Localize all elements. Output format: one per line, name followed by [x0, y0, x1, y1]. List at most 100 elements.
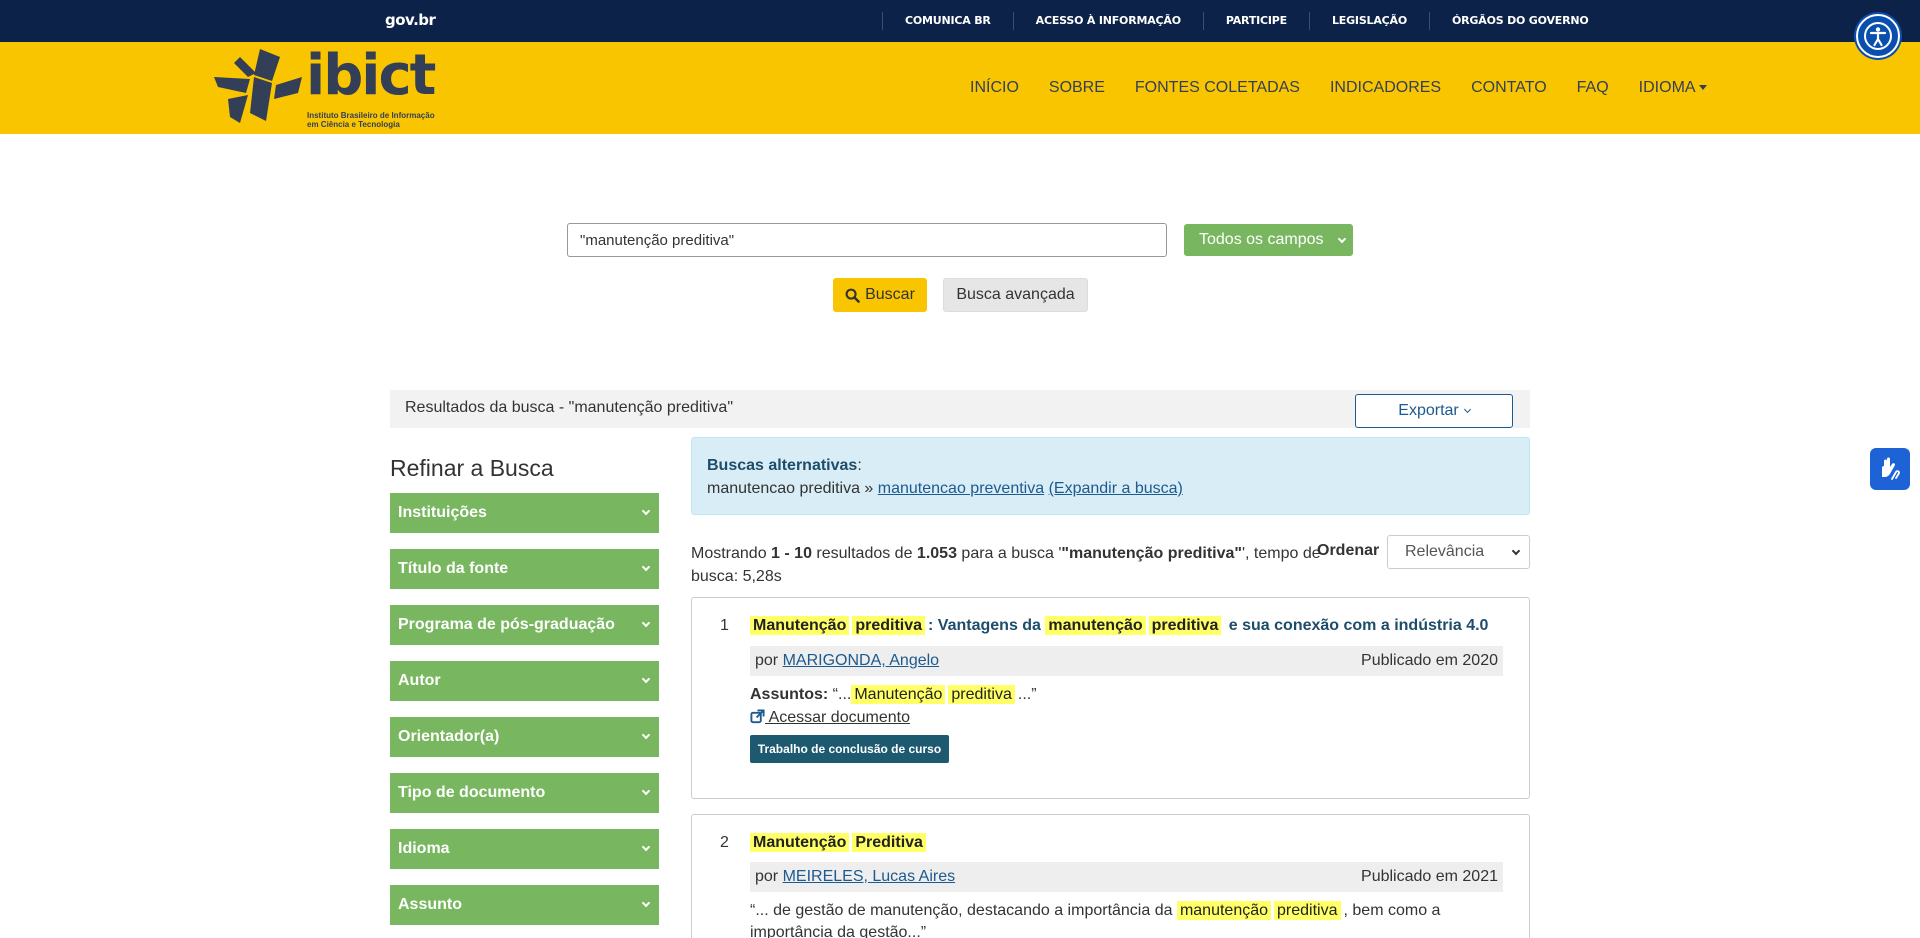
external-link-icon — [750, 709, 765, 724]
gov-br-logo[interactable]: gov.br — [385, 11, 436, 29]
result-card: 1 Manutenção preditiva: Vantagens da manu… — [691, 597, 1530, 799]
results-header-bar: Resultados da busca - "manutenção predit… — [390, 390, 1530, 428]
published-date: Publicado em 2021 — [1361, 868, 1498, 885]
nav-fontes-coletadas[interactable]: FONTES COLETADAS — [1135, 79, 1300, 97]
result-author-line: por MEIRELES, Lucas Aires — [755, 868, 955, 886]
result-meta: por MARIGONDA, Angelo Publicado em 2020 — [750, 646, 1503, 676]
facet-label: Autor — [398, 672, 441, 689]
subjects-open: “... — [828, 686, 852, 703]
alternative-searches: Buscas alternativas: manutencao preditiv… — [691, 437, 1530, 515]
alt-suggestion-link[interactable]: manutencao preventiva — [878, 480, 1044, 497]
chevron-down-icon — [641, 618, 651, 628]
facet-label: Instituições — [398, 504, 487, 521]
vlibras-button[interactable] — [1870, 448, 1910, 490]
highlight: preditiva — [1274, 901, 1341, 920]
stats-query: "manutenção preditiva" — [1061, 545, 1242, 562]
author-link[interactable]: MEIRELES, Lucas Aires — [783, 868, 956, 885]
facet-assunto[interactable]: Assunto — [390, 885, 659, 925]
title-text: : Vantagens da — [928, 617, 1046, 634]
accessibility-button[interactable] — [1856, 14, 1900, 58]
access-document-link[interactable]: Acessar documento — [750, 707, 910, 729]
nav-indicadores[interactable]: INDICADORES — [1330, 79, 1441, 97]
facet-label: Assunto — [398, 896, 462, 913]
result-number: 1 — [720, 617, 729, 634]
accessibility-icon — [1864, 22, 1892, 50]
search-field-select[interactable]: Todos os campos — [1184, 224, 1353, 256]
main-nav: INÍCIO SOBRE FONTES COLETADAS INDICADORE… — [970, 42, 1707, 134]
highlight: manutenção — [1176, 901, 1272, 920]
gov-link-legislacao[interactable]: LEGISLAÇÃO — [1308, 12, 1429, 30]
facet-label: Título da fonte — [398, 560, 509, 577]
gov-link-acesso-informacao[interactable]: ACESSO À INFORMAÇÃO — [1012, 12, 1203, 30]
facet-autor[interactable]: Autor — [390, 661, 659, 701]
snippet-text: “... de gestão de manutenção, destacando… — [750, 902, 1177, 919]
subjects-label: Assuntos: — [750, 686, 829, 703]
result-snippet-line2: importância da gestão...” — [750, 924, 927, 938]
nav-inicio[interactable]: INÍCIO — [970, 79, 1019, 97]
gov-links: COMUNICA BR ACESSO À INFORMAÇÃO PARTICIP… — [882, 0, 1611, 42]
highlight: manutenção — [1045, 616, 1146, 635]
result-author-line: por MARIGONDA, Angelo — [755, 652, 939, 670]
chevron-down-icon — [641, 506, 651, 516]
expand-search-link[interactable]: (Expandir a busca) — [1049, 480, 1183, 497]
alt-separator: » — [859, 480, 878, 497]
chevron-down-icon — [641, 786, 651, 796]
chevron-down-icon — [641, 730, 651, 740]
advanced-search-button[interactable]: Busca avançada — [943, 278, 1088, 312]
search-button[interactable]: Buscar — [833, 278, 927, 312]
nav-idioma[interactable]: IDIOMA — [1639, 79, 1707, 97]
by-label: por — [755, 868, 783, 885]
result-number: 2 — [720, 834, 729, 851]
result-title-link[interactable]: Manutenção preditiva: Vantagens da manute… — [750, 615, 1488, 637]
stats-mid2: para a busca ' — [956, 545, 1062, 562]
highlight: Manutenção — [750, 616, 850, 635]
nav-faq[interactable]: FAQ — [1577, 79, 1609, 97]
order-select[interactable]: Relevância — [1387, 535, 1530, 569]
results-title: Resultados da busca - "manutenção predit… — [405, 399, 733, 416]
search-icon — [845, 288, 860, 303]
nav-contato[interactable]: CONTATO — [1471, 79, 1547, 97]
facet-idioma[interactable]: Idioma — [390, 829, 659, 869]
sign-language-hands-icon — [1882, 457, 1900, 480]
result-subjects: Assuntos: “... Manutenção preditiva...” — [750, 684, 1037, 706]
result-snippet: “... de gestão de manutenção, destacando… — [750, 900, 1440, 922]
nav-sobre[interactable]: SOBRE — [1049, 79, 1105, 97]
facet-orientador[interactable]: Orientador(a) — [390, 717, 659, 757]
export-button-label: Exportar — [1398, 402, 1459, 419]
published-date: Publicado em 2020 — [1361, 652, 1498, 669]
ibict-logo-word: ibict — [306, 43, 436, 108]
site-header: ibict Instituto Brasileiro de Informação… — [0, 42, 1920, 134]
chevron-down-icon — [641, 562, 651, 572]
highlight: preditiva — [852, 616, 926, 635]
highlight: Manutenção — [750, 833, 850, 852]
export-button[interactable]: Exportar — [1355, 394, 1513, 428]
chevron-down-icon — [1463, 405, 1471, 414]
ibict-logo[interactable]: ibict Instituto Brasileiro de Informação… — [210, 43, 440, 131]
gov-link-orgaos[interactable]: ÓRGÃOS DO GOVERNO — [1429, 12, 1611, 30]
author-link[interactable]: MARIGONDA, Angelo — [783, 652, 940, 669]
order-label: Ordenar — [1317, 542, 1380, 559]
chevron-down-icon — [641, 842, 651, 852]
search-button-label: Buscar — [865, 286, 915, 303]
ibict-logo-subtitle: Instituto Brasileiro de Informação em Ci… — [307, 111, 435, 129]
stats-prefix: Mostrando — [691, 545, 772, 562]
gov-link-participe[interactable]: PARTICIPE — [1202, 12, 1309, 30]
search-input[interactable] — [567, 223, 1167, 257]
facet-instituicoes[interactable]: Instituições — [390, 493, 659, 533]
facet-titulo-fonte[interactable]: Título da fonte — [390, 549, 659, 589]
logo-sub-line-2: em Ciência e Tecnologia — [307, 120, 400, 129]
facet-programa-pos[interactable]: Programa de pós-graduação — [390, 605, 659, 645]
logo-sub-line-1: Instituto Brasileiro de Informação — [307, 111, 435, 120]
highlight: preditiva — [948, 685, 1015, 704]
chevron-down-icon — [1337, 234, 1347, 244]
facet-tipo-documento[interactable]: Tipo de documento — [390, 773, 659, 813]
subjects-close: ...” — [1017, 686, 1037, 703]
chevron-down-icon — [1511, 546, 1521, 556]
gov-link-comunica[interactable]: COMUNICA BR — [882, 12, 1013, 30]
alt-term: manutencao preditiva — [707, 480, 860, 497]
order-select-value: Relevância — [1405, 543, 1485, 560]
alt-colon: : — [857, 457, 862, 474]
title-text: e sua conexão com a indústria 4.0 — [1224, 617, 1489, 634]
result-title-link[interactable]: Manutenção Preditiva — [750, 832, 929, 854]
search-field-value: Todos os campos — [1199, 231, 1324, 248]
